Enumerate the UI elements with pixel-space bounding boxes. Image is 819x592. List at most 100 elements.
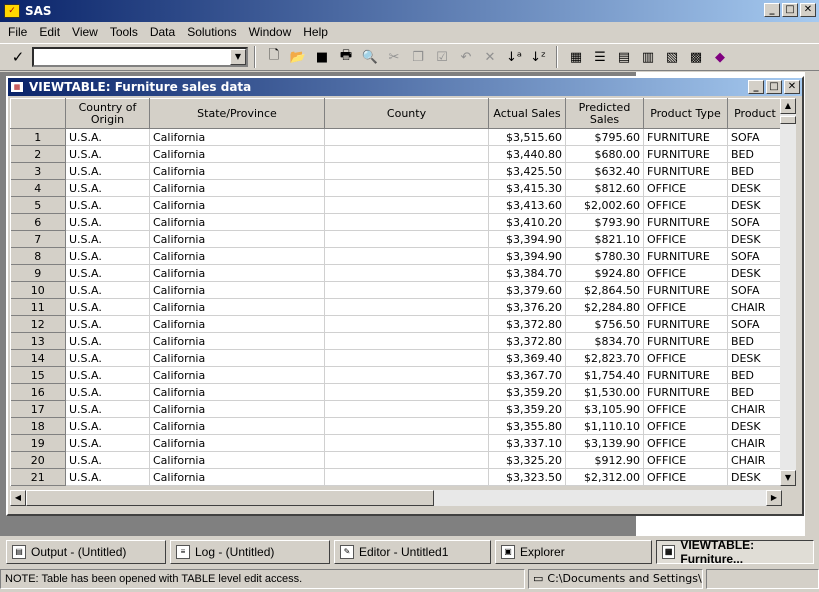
table-cell[interactable]: BED <box>727 162 782 180</box>
table-cell[interactable]: $3,359.20 <box>488 400 566 418</box>
table-cell[interactable]: SOFA <box>727 247 782 265</box>
table-cell[interactable]: U.S.A. <box>65 145 150 163</box>
table-cell[interactable] <box>324 264 489 282</box>
table-cell[interactable]: OFFICE <box>643 179 728 197</box>
table-cell[interactable]: U.S.A. <box>65 315 150 333</box>
sort-ascending-icon[interactable]: ↓ᵃ <box>502 46 526 68</box>
table-row[interactable]: 21 U.S.A. California $3,323.50 $2,312.00 OFFI… <box>10 468 782 486</box>
table-cell[interactable]: CHAIR <box>727 298 782 316</box>
table-cell[interactable]: OFFICE <box>643 230 728 248</box>
table-cell[interactable] <box>324 196 489 214</box>
table-cell[interactable] <box>324 451 489 469</box>
table-cell[interactable]: $793.90 <box>565 213 644 231</box>
table-cell[interactable]: U.S.A. <box>65 332 150 350</box>
menu-file[interactable]: File <box>2 25 33 39</box>
table-cell[interactable]: OFFICE <box>643 417 728 435</box>
table-cell[interactable]: $3,139.90 <box>565 434 644 452</box>
column-header[interactable]: County <box>324 98 489 129</box>
menu-edit[interactable]: Edit <box>33 25 66 39</box>
maximize-button[interactable]: □ <box>782 3 798 17</box>
table-cell[interactable]: $3,440.80 <box>488 145 566 163</box>
row-number[interactable]: 1 <box>10 128 66 146</box>
row-number[interactable]: 2 <box>10 145 66 163</box>
row-number[interactable]: 20 <box>10 451 66 469</box>
tab-viewtable[interactable]: ▦ VIEWTABLE: Furniture... <box>656 538 814 566</box>
row-number[interactable]: 17 <box>10 400 66 418</box>
table-cell[interactable]: U.S.A. <box>65 417 150 435</box>
table-cell[interactable]: California <box>149 383 325 401</box>
save-icon[interactable]: ■ <box>310 46 334 68</box>
sort-descending-icon[interactable]: ↓ᶻ <box>526 46 550 68</box>
scroll-right-icon[interactable]: ▶ <box>766 490 782 506</box>
table-cell[interactable]: U.S.A. <box>65 281 150 299</box>
table-cell[interactable]: California <box>149 179 325 197</box>
row-number[interactable]: 4 <box>10 179 66 197</box>
table-cell[interactable]: U.S.A. <box>65 349 150 367</box>
column-attributes-icon[interactable]: ▤ <box>612 46 636 68</box>
scroll-left-icon[interactable]: ◀ <box>10 490 26 506</box>
table-row[interactable]: 11 U.S.A. California $3,376.20 $2,284.80 OFFI… <box>10 298 782 316</box>
table-cell[interactable]: CHAIR <box>727 400 782 418</box>
table-cell[interactable]: $632.40 <box>565 162 644 180</box>
row-number[interactable]: 7 <box>10 230 66 248</box>
table-cell[interactable]: SOFA <box>727 128 782 146</box>
row-number[interactable]: 6 <box>10 213 66 231</box>
table-cell[interactable]: CHAIR <box>727 434 782 452</box>
table-row[interactable]: 10 U.S.A. California $3,379.60 $2,864.50 FURN… <box>10 281 782 299</box>
table-cell[interactable]: DESK <box>727 417 782 435</box>
table-cell[interactable]: BED <box>727 383 782 401</box>
table-cell[interactable]: $2,864.50 <box>565 281 644 299</box>
table-cell[interactable]: $3,394.90 <box>488 230 566 248</box>
table-cell[interactable]: California <box>149 230 325 248</box>
table-cell[interactable]: California <box>149 315 325 333</box>
table-cell[interactable]: California <box>149 196 325 214</box>
table-cell[interactable]: $2,002.60 <box>565 196 644 214</box>
table-cell[interactable] <box>324 366 489 384</box>
table-cell[interactable]: California <box>149 264 325 282</box>
help-book-icon[interactable]: ◆ <box>708 46 732 68</box>
close-button[interactable]: ✕ <box>800 3 816 17</box>
vertical-scroll-thumb[interactable] <box>780 116 796 124</box>
open-folder-icon[interactable]: 📂 <box>286 46 310 68</box>
table-cell[interactable] <box>324 332 489 350</box>
table-cell[interactable] <box>324 383 489 401</box>
table-cell[interactable]: DESK <box>727 196 782 214</box>
table-cell[interactable]: U.S.A. <box>65 366 150 384</box>
table-row[interactable]: 6 U.S.A. California $3,410.20 $793.90 FURNITU… <box>10 213 782 231</box>
viewtable-minimize-button[interactable]: _ <box>748 80 764 94</box>
table-cell[interactable]: $912.90 <box>565 451 644 469</box>
table-cell[interactable]: SOFA <box>727 315 782 333</box>
table-cell[interactable] <box>324 230 489 248</box>
table-cell[interactable]: California <box>149 281 325 299</box>
table-cell[interactable] <box>324 417 489 435</box>
table-cell[interactable]: OFFICE <box>643 298 728 316</box>
horizontal-scrollbar[interactable]: ◀ ▶ <box>10 490 782 506</box>
table-cell[interactable]: OFFICE <box>643 196 728 214</box>
table-cell[interactable]: $2,312.00 <box>565 468 644 486</box>
row-number[interactable]: 19 <box>10 434 66 452</box>
row-number[interactable]: 15 <box>10 366 66 384</box>
column-header[interactable]: Predicted Sales <box>565 98 644 129</box>
table-cell[interactable] <box>324 468 489 486</box>
command-input[interactable]: ▼ <box>32 47 248 67</box>
table-cell[interactable]: U.S.A. <box>65 264 150 282</box>
table-cell[interactable]: OFFICE <box>643 434 728 452</box>
row-number[interactable]: 8 <box>10 247 66 265</box>
table-cell[interactable] <box>324 400 489 418</box>
undo-icon[interactable]: ↶ <box>454 46 478 68</box>
table-cell[interactable]: U.S.A. <box>65 468 150 486</box>
row-number[interactable]: 18 <box>10 417 66 435</box>
table-row[interactable]: 17 U.S.A. California $3,359.20 $3,105.90 OFFI… <box>10 400 782 418</box>
table-cell[interactable]: $3,379.60 <box>488 281 566 299</box>
table-cell[interactable]: California <box>149 400 325 418</box>
table-cell[interactable]: $3,369.40 <box>488 349 566 367</box>
table-cell[interactable]: $812.60 <box>565 179 644 197</box>
table-cell[interactable]: FURNITURE <box>643 383 728 401</box>
table-cell[interactable]: FURNITURE <box>643 332 728 350</box>
table-cell[interactable]: $780.30 <box>565 247 644 265</box>
table-cell[interactable]: FURNITURE <box>643 247 728 265</box>
viewtable-maximize-button[interactable]: □ <box>766 80 782 94</box>
table-cell[interactable]: California <box>149 128 325 146</box>
table-cell[interactable]: DESK <box>727 468 782 486</box>
table-cell[interactable]: CHAIR <box>727 451 782 469</box>
